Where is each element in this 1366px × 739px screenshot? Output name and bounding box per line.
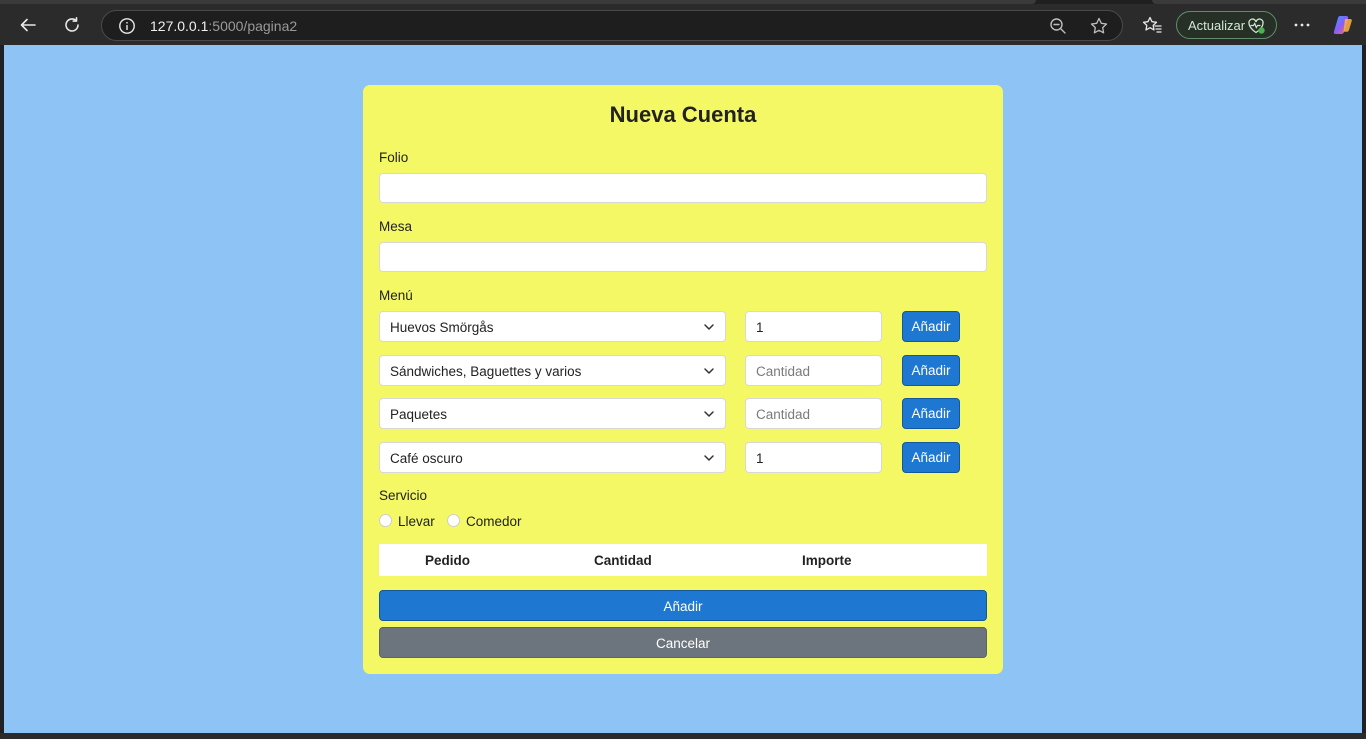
chevron-down-icon xyxy=(704,324,714,330)
menu-label: Menú xyxy=(379,288,413,303)
menu-select-value: Sándwiches, Baguettes y varios xyxy=(390,364,582,379)
column-header-pedido: Pedido xyxy=(425,553,471,568)
folio-label: Folio xyxy=(379,150,409,165)
quantity-input-huevos[interactable]: 1 xyxy=(745,311,882,342)
radio-llevar-label[interactable]: Llevar xyxy=(398,514,435,529)
favorites-icon[interactable] xyxy=(1142,15,1162,35)
add-button-paquetes[interactable]: Añadir xyxy=(902,398,960,429)
menu-select-huevos[interactable]: Huevos Smörgås xyxy=(379,311,726,342)
column-header-cantidad: Cantidad xyxy=(594,553,652,568)
add-button-cafe[interactable]: Añadir xyxy=(902,442,960,473)
browser-toolbar: 127.0.0.1:5000/pagina2 Actualizar xyxy=(0,0,1366,45)
quantity-input-cafe[interactable]: 1 xyxy=(745,442,882,473)
mesa-input[interactable] xyxy=(379,242,987,272)
tab-edge[interactable] xyxy=(1152,0,1366,4)
add-button-sandwiches[interactable]: Añadir xyxy=(902,355,960,386)
active-tab-edge[interactable] xyxy=(0,0,1036,4)
submit-add-button[interactable]: Añadir xyxy=(379,590,987,621)
radio-comedor[interactable] xyxy=(447,514,460,527)
servicio-label: Servicio xyxy=(379,488,428,503)
address-bar[interactable]: 127.0.0.1:5000/pagina2 xyxy=(101,10,1123,41)
health-heart-icon xyxy=(1248,18,1265,34)
menu-select-value: Huevos Smörgås xyxy=(390,320,494,335)
url-host: 127.0.0.1 xyxy=(150,18,209,34)
update-button[interactable]: Actualizar xyxy=(1176,11,1277,39)
quantity-input-paquetes[interactable]: Cantidad xyxy=(745,398,882,429)
page-viewport: Nueva Cuenta Folio Mesa Menú Huevos Smör… xyxy=(4,45,1362,733)
add-button-huevos[interactable]: Añadir xyxy=(902,311,960,342)
arrow-left-icon xyxy=(20,18,36,32)
zoom-out-icon[interactable] xyxy=(1048,16,1068,36)
site-info-icon[interactable] xyxy=(118,17,136,35)
mesa-label: Mesa xyxy=(379,219,413,234)
chevron-down-icon xyxy=(704,368,714,374)
menu-select-value: Paquetes xyxy=(390,407,448,422)
radio-comedor-label[interactable]: Comedor xyxy=(466,514,522,529)
tab-strip xyxy=(0,0,1366,4)
window-bottom-edge xyxy=(0,733,1366,739)
chevron-down-icon xyxy=(704,411,714,417)
order-table-header: Pedido Cantidad Importe xyxy=(379,544,987,576)
folio-input[interactable] xyxy=(379,173,987,203)
menu-select-paquetes[interactable]: Paquetes xyxy=(379,398,726,429)
star-icon[interactable] xyxy=(1089,16,1109,36)
menu-select-value: Café oscuro xyxy=(390,451,463,466)
quantity-input-sandwiches[interactable]: Cantidad xyxy=(745,355,882,386)
reload-button[interactable] xyxy=(57,10,87,40)
menu-select-sandwiches[interactable]: Sándwiches, Baguettes y varios xyxy=(379,355,726,386)
menu-select-cafe[interactable]: Café oscuro xyxy=(379,442,726,473)
back-button[interactable] xyxy=(13,10,43,40)
copilot-icon[interactable] xyxy=(1331,13,1355,37)
cancel-button[interactable]: Cancelar xyxy=(379,627,987,658)
url-text[interactable]: 127.0.0.1:5000/pagina2 xyxy=(150,18,297,34)
new-account-card: Nueva Cuenta Folio Mesa Menú Huevos Smör… xyxy=(363,85,1003,674)
url-path: :5000/pagina2 xyxy=(208,18,298,34)
page-title: Nueva Cuenta xyxy=(609,102,757,127)
update-label: Actualizar xyxy=(1188,17,1246,33)
column-header-importe: Importe xyxy=(802,553,852,568)
more-options-icon[interactable] xyxy=(1292,15,1312,35)
chevron-down-icon xyxy=(704,455,714,461)
reload-icon xyxy=(65,17,79,32)
radio-llevar[interactable] xyxy=(379,514,392,527)
